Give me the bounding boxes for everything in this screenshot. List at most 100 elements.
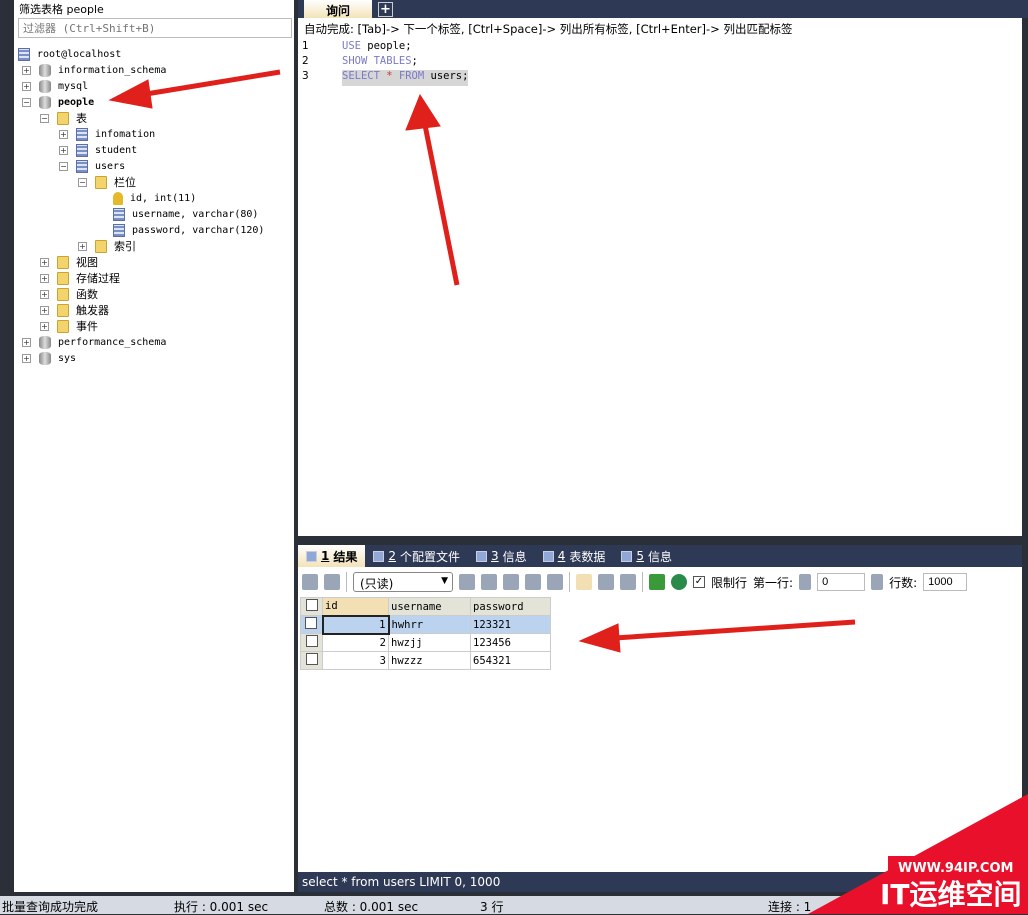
expand-icon[interactable]: + (40, 257, 49, 267)
row-checkbox[interactable] (300, 615, 323, 634)
first-row-input[interactable] (817, 573, 866, 591)
expand-icon[interactable]: + (22, 353, 31, 363)
mode-select[interactable]: (只读) (353, 572, 453, 592)
save-icon[interactable] (503, 574, 519, 590)
identifier: users; (424, 70, 469, 82)
expand-icon[interactable]: + (40, 289, 49, 299)
tree-node[interactable]: + information_schema (22, 62, 166, 78)
expand-icon[interactable]: + (22, 65, 31, 75)
collapse-icon[interactable]: − (59, 161, 68, 171)
add-tab-button[interactable]: + (378, 2, 393, 17)
limit-rows-checkbox[interactable]: ✓ (693, 576, 705, 588)
table-cell[interactable]: 654321 (470, 651, 551, 670)
text-view-icon[interactable] (620, 574, 636, 590)
tree-node[interactable]: − users (59, 158, 125, 174)
tree-node[interactable]: − people (22, 94, 94, 110)
autocomplete-hint: 自动完成: [Tab]-> 下一个标签, [Ctrl+Space]-> 列出所有… (298, 18, 1022, 36)
filter-icon[interactable] (649, 574, 665, 590)
form-view-icon[interactable] (598, 574, 614, 590)
table-cell[interactable]: hwhrr (388, 615, 471, 634)
import-icon[interactable] (324, 574, 340, 590)
table-row[interactable]: 2 hwzjj 123456 (300, 633, 551, 652)
keyword: USE (342, 40, 361, 52)
tab-number: 4 (557, 549, 566, 563)
tree-node[interactable]: + 事件 (40, 318, 98, 334)
duplicate-row-icon[interactable] (481, 574, 497, 590)
table-row[interactable]: 3 hwzzz 654321 (300, 651, 551, 670)
tree-node[interactable]: + 触发器 (40, 302, 109, 318)
tree-node[interactable]: − 栏位 (78, 174, 136, 190)
refresh-icon[interactable] (671, 574, 687, 590)
tree-node[interactable]: id, int(11) (113, 190, 196, 206)
tree-node-label: student (95, 144, 138, 156)
prev-icon[interactable] (799, 574, 812, 590)
expand-icon[interactable]: + (22, 81, 31, 91)
tree-node[interactable]: root@localhost (18, 46, 121, 62)
expand-icon[interactable]: + (40, 305, 49, 315)
table-cell[interactable]: 123321 (470, 615, 551, 634)
tree-node[interactable]: + performance_schema (22, 334, 166, 350)
row-count: 3 行 (480, 900, 504, 914)
tree-node[interactable]: + mysql (22, 78, 88, 94)
column-header[interactable]: password (470, 597, 551, 616)
filter-title: 筛选表格 people (19, 3, 104, 16)
tree-node[interactable]: password, varchar(120) (113, 222, 264, 238)
sql-editor[interactable]: 自动完成: [Tab]-> 下一个标签, [Ctrl+Space]-> 列出所有… (298, 18, 1022, 536)
table-cell[interactable]: hwzzz (388, 651, 471, 670)
database-icon (39, 351, 51, 365)
cancel-icon[interactable] (547, 574, 563, 590)
export-icon[interactable] (302, 574, 318, 590)
column-header[interactable]: username (388, 597, 471, 616)
total-time: 总数 : 0.001 sec (324, 900, 419, 914)
tree-node[interactable]: + infomation (59, 126, 155, 142)
tree-node[interactable]: − 表 (40, 110, 87, 126)
tab-query[interactable]: 询问 (304, 0, 372, 18)
tree-node[interactable]: + 存储过程 (40, 270, 120, 286)
expand-icon[interactable]: + (40, 273, 49, 283)
filter-input[interactable] (18, 18, 292, 38)
tree-node[interactable]: + 视图 (40, 254, 98, 270)
select-all-checkbox[interactable] (300, 597, 323, 616)
result-tab[interactable]: 3 信息 (468, 545, 535, 567)
folder-icon (57, 271, 69, 285)
tree-node[interactable]: + 索引 (78, 238, 136, 254)
table-cell[interactable]: hwzjj (388, 633, 471, 652)
database-icon (39, 335, 51, 349)
expand-icon[interactable]: + (78, 241, 87, 251)
column-header[interactable]: id (322, 597, 389, 616)
result-tab[interactable]: 4 表数据 (535, 545, 614, 567)
tree-node-label: 视图 (76, 256, 98, 269)
table-cell[interactable]: 1 (321, 614, 390, 635)
tree-node[interactable]: + 函数 (40, 286, 98, 302)
tree-node-label: id, int(11) (130, 192, 197, 204)
table-row[interactable]: 1 hwhrr 123321 (300, 614, 551, 635)
next-icon[interactable] (871, 574, 884, 590)
tree-node[interactable]: + sys (22, 350, 76, 366)
collapse-icon[interactable]: − (22, 97, 31, 107)
collapse-icon[interactable]: − (78, 177, 87, 187)
collapse-icon[interactable]: − (40, 113, 49, 123)
result-tab[interactable]: 1 结果 (298, 545, 366, 567)
expand-icon[interactable]: + (59, 145, 68, 155)
tree-node-label: username, varchar(80) (132, 208, 259, 220)
table-cell[interactable]: 123456 (470, 633, 551, 652)
rows-input[interactable] (923, 573, 968, 591)
insert-row-icon[interactable] (459, 574, 475, 590)
result-tab[interactable]: 5 信息 (613, 545, 680, 567)
delete-icon[interactable] (525, 574, 541, 590)
tree-node[interactable]: + student (59, 142, 137, 158)
table-cell[interactable]: 2 (322, 633, 389, 652)
row-checkbox[interactable] (300, 633, 323, 652)
table-cell[interactable]: 3 (322, 651, 389, 670)
row-checkbox[interactable] (300, 651, 323, 670)
expand-icon[interactable]: + (40, 321, 49, 331)
tree-node-label: sys (58, 352, 77, 364)
svg-text:WWW.94IP.COM: WWW.94IP.COM (898, 861, 1013, 876)
result-tab[interactable]: 2 个配置文件 (365, 545, 468, 567)
expand-icon[interactable]: + (22, 337, 31, 347)
tab-label: 信息 (647, 549, 672, 564)
grid-view-icon[interactable] (576, 574, 592, 590)
code-text: SELECT * FROM users; (342, 70, 469, 86)
tree-node[interactable]: username, varchar(80) (113, 206, 258, 222)
expand-icon[interactable]: + (59, 129, 68, 139)
